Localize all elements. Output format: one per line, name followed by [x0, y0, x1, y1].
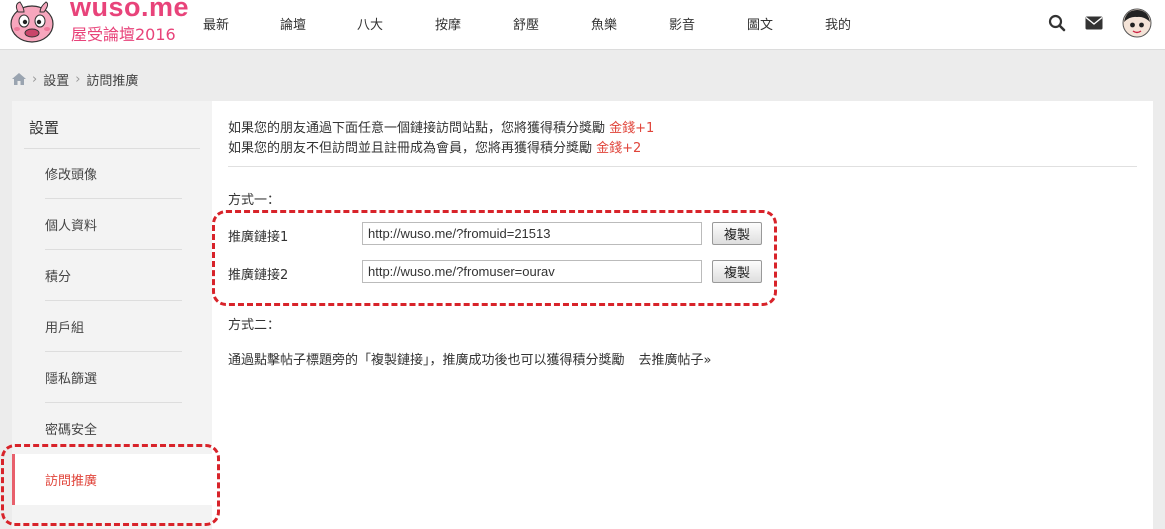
sidebar-item-profile[interactable]: 個人資料	[12, 199, 212, 250]
sidebar-item-credits[interactable]: 積分	[12, 250, 212, 301]
method-two-label: 方式二：	[228, 318, 281, 333]
breadcrumb-separator: ›	[32, 71, 38, 87]
nav-item-forum[interactable]: 論壇	[280, 14, 306, 33]
home-icon[interactable]	[12, 73, 26, 85]
reward-amount: 金錢+2	[596, 141, 642, 156]
reward-info-visit: 如果您的朋友通過下面任意一個鏈接訪問站點，您將獲得積分獎勵 金錢+1	[228, 117, 654, 136]
logo-tagline: 屋受論壇2016	[71, 25, 176, 44]
sidebar-item-label: 訪問推廣	[45, 474, 98, 489]
sidebar-item-label: 積分	[45, 270, 72, 285]
mail-icon[interactable]	[1085, 16, 1103, 30]
settings-sidebar: 設置 修改頭像 個人資料 積分 用戶組 隱私篩選 密碼安全 訪問推廣	[12, 101, 212, 529]
reward-info-register: 如果您的朋友不但訪問並且註冊成為會員，您將再獲得積分獎勵 金錢+2	[228, 137, 641, 156]
copy-button[interactable]: 複製	[712, 222, 762, 245]
sidebar-item-label: 修改頭像	[45, 168, 98, 183]
promo-link-label: 推廣鏈接1	[228, 230, 289, 245]
promo-link-input[interactable]	[362, 222, 702, 245]
mascot-icon	[10, 1, 54, 43]
sidebar-item-promotion[interactable]: 訪問推廣	[12, 454, 212, 505]
active-indicator	[12, 454, 15, 505]
method-two-text: 通過點擊帖子標題旁的「複製鏈接」，推廣成功後也可以獲得積分獎勵	[228, 353, 625, 368]
sidebar-item-label: 用戶組	[45, 321, 85, 336]
breadcrumb-separator: ›	[75, 71, 81, 87]
content-divider	[228, 166, 1137, 167]
promo-link-input[interactable]	[362, 260, 702, 283]
nav-item-fish[interactable]: 魚樂	[591, 14, 617, 33]
sidebar-item-password[interactable]: 密碼安全	[12, 403, 212, 454]
promote-posts-link[interactable]: 去推廣帖子»	[639, 353, 712, 368]
breadcrumb-settings[interactable]: 設置	[43, 70, 69, 89]
sidebar-item-usergroup[interactable]: 用戶組	[12, 301, 212, 352]
nav-item-video[interactable]: 影音	[669, 14, 695, 33]
promo-link-label: 推廣鏈接2	[228, 268, 289, 283]
site-logo[interactable]: wuso.me 屋受論壇2016	[10, 0, 189, 48]
nav-item-relax[interactable]: 舒壓	[513, 14, 539, 33]
sidebar-item-privacy[interactable]: 隱私篩選	[12, 352, 212, 403]
sidebar-item-label: 隱私篩選	[45, 372, 98, 387]
sidebar-item-avatar[interactable]: 修改頭像	[12, 148, 212, 199]
reward-info-text: 如果您的朋友不但訪問並且註冊成為會員，您將再獲得積分獎勵	[228, 141, 597, 156]
method-one-label: 方式一：	[228, 193, 281, 208]
avatar[interactable]	[1122, 8, 1152, 38]
reward-info-text: 如果您的朋友通過下面任意一個鏈接訪問站點，您將獲得積分獎勵	[228, 121, 610, 136]
nav-item-pictext[interactable]: 圖文	[747, 14, 773, 33]
sidebar-item-label: 密碼安全	[45, 423, 98, 438]
promo-link-row-2: 推廣鏈接2 複製	[228, 260, 788, 284]
breadcrumb: › 設置 › 訪問推廣	[12, 70, 138, 89]
reward-amount: 金錢+1	[609, 121, 655, 136]
promotion-panel: 如果您的朋友通過下面任意一個鏈接訪問站點，您將獲得積分獎勵 金錢+1 如果您的朋…	[212, 101, 1153, 529]
breadcrumb-current[interactable]: 訪問推廣	[86, 70, 138, 89]
search-icon[interactable]	[1048, 14, 1066, 32]
top-header: wuso.me 屋受論壇2016 最新 論壇 八大 按摩 舒壓 魚樂 影音 圖文…	[0, 0, 1165, 50]
logo-text: wuso.me	[70, 0, 190, 22]
sidebar-item-label: 個人資料	[45, 219, 98, 234]
nav-item-latest[interactable]: 最新	[203, 14, 229, 33]
nav-item-badai[interactable]: 八大	[357, 14, 383, 33]
copy-button[interactable]: 複製	[712, 260, 762, 283]
nav-item-massage[interactable]: 按摩	[435, 14, 461, 33]
promo-link-row-1: 推廣鏈接1 複製	[228, 222, 788, 246]
method-two-description: 通過點擊帖子標題旁的「複製鏈接」，推廣成功後也可以獲得積分獎勵 去推廣帖子»	[228, 349, 711, 368]
nav-item-mine[interactable]: 我的	[825, 14, 851, 33]
sidebar-title: 設置	[29, 119, 60, 137]
